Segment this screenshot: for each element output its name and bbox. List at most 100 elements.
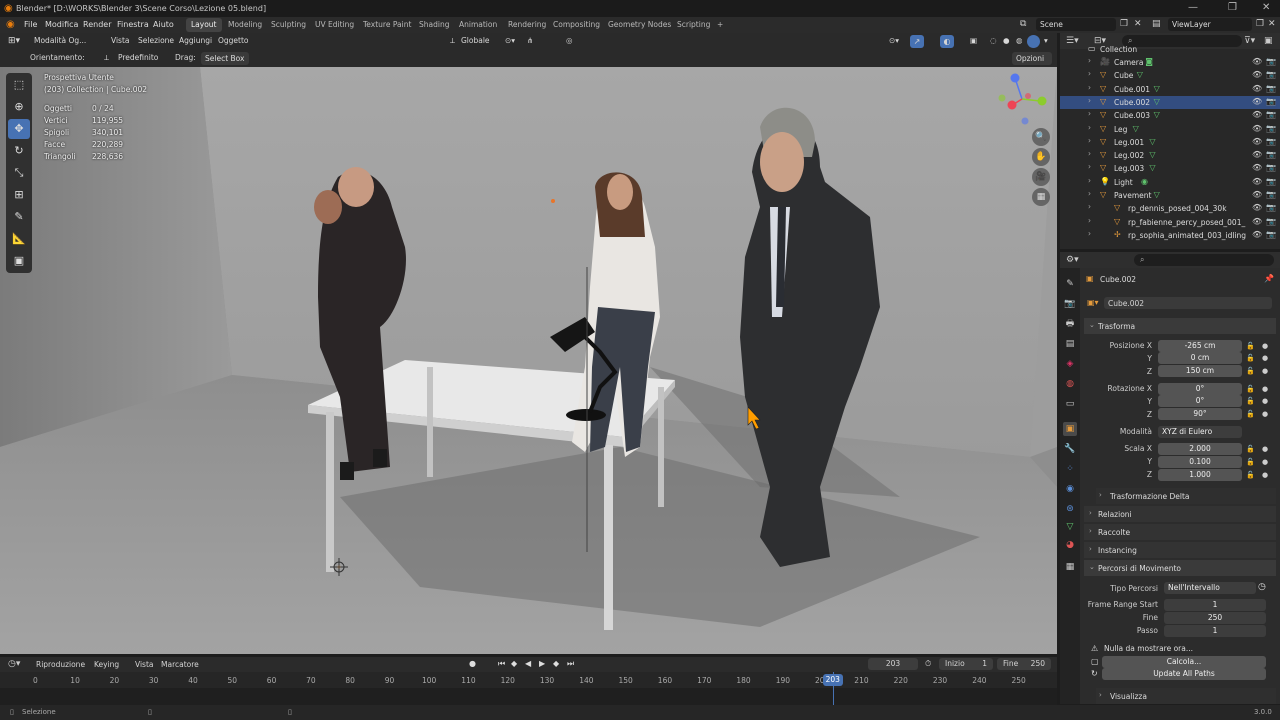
tab-uv-editing[interactable]: UV Editing	[310, 18, 359, 32]
keyframe-dot-icon[interactable]: ●	[1262, 354, 1268, 362]
tab-texture-paint[interactable]: Texture Paint	[358, 18, 416, 32]
rotation-mode-dropdown[interactable]: XYZ di Eulero	[1158, 426, 1242, 438]
constraints-tab-icon[interactable]: ⊛	[1063, 502, 1077, 516]
outliner-row[interactable]: › ▽ Cube ▽ 👁 📷	[1060, 69, 1280, 82]
clock-icon[interactable]: ◷	[1258, 582, 1266, 592]
visibility-eye-icon[interactable]: 👁	[1252, 70, 1262, 79]
keyframe-dot-icon[interactable]: ●	[1262, 397, 1268, 405]
rotation-y-field[interactable]: 0°	[1158, 395, 1242, 407]
keyframe-dot-icon[interactable]: ●	[1262, 385, 1268, 393]
frame-start-field[interactable]: Inizio 1	[939, 658, 993, 670]
playhead-marker[interactable]: 203	[822, 674, 843, 686]
menu-selezione[interactable]: Selezione	[138, 36, 174, 45]
calculate-button[interactable]: Calcola...	[1102, 656, 1266, 668]
move-tool-icon[interactable]: ✥	[8, 119, 30, 139]
lock-icon[interactable]: 🔓	[1246, 410, 1255, 418]
physics-tab-icon[interactable]: ◉	[1063, 482, 1077, 496]
visibility-eye-icon[interactable]: 👁	[1252, 203, 1262, 212]
location-x-field[interactable]: -265 cm	[1158, 340, 1242, 352]
expand-arrow-icon[interactable]: ›	[1088, 109, 1091, 118]
modifier-tab-icon[interactable]: 🔧	[1063, 442, 1077, 456]
menu-aiuto[interactable]: Aiuto	[153, 20, 174, 29]
particles-tab-icon[interactable]: ⁘	[1063, 462, 1077, 476]
render-camera-icon[interactable]: 📷	[1266, 230, 1276, 239]
next-keyframe-icon[interactable]: ◆	[553, 659, 559, 668]
object-tab-icon[interactable]: ▣	[1063, 422, 1077, 436]
frame-step-field[interactable]: 1	[1164, 625, 1266, 637]
frame-end-field[interactable]: 250	[1164, 612, 1266, 624]
outliner-row[interactable]: › ▽ Cube.002 ▽ 👁 📷	[1060, 95, 1280, 109]
render-camera-icon[interactable]: 📷	[1266, 57, 1276, 66]
render-camera-icon[interactable]: 📷	[1266, 137, 1276, 146]
prev-keyframe-icon[interactable]: ◆	[511, 659, 517, 668]
path-type-dropdown[interactable]: Nell'Intervallo	[1164, 582, 1256, 594]
visibility-eye-icon[interactable]: 👁	[1252, 137, 1262, 146]
expand-arrow-icon[interactable]: ›	[1088, 136, 1091, 145]
tab-compositing[interactable]: Compositing	[548, 18, 605, 32]
lock-icon[interactable]: 🔓	[1246, 342, 1255, 350]
outliner-row[interactable]: › ▽ rp_fabienne_percy_posed_001_ 👁 📷	[1060, 216, 1280, 229]
expand-arrow-icon[interactable]: ›	[1088, 162, 1091, 171]
expand-arrow-icon[interactable]: ›	[1088, 123, 1091, 132]
tab-animation[interactable]: Animation	[454, 18, 502, 32]
render-camera-icon[interactable]: 📷	[1266, 110, 1276, 119]
ortho-grid-icon[interactable]: ▦	[1032, 188, 1050, 206]
outliner-row-collection[interactable]: ▭ Collection	[1060, 43, 1280, 56]
panel-raccolte[interactable]: Raccolte	[1084, 524, 1276, 540]
lock-icon[interactable]: 🔓	[1246, 385, 1255, 393]
tab-scripting[interactable]: Scripting	[672, 18, 715, 32]
expand-arrow-icon[interactable]: ›	[1088, 96, 1091, 105]
timeline-editor-icon[interactable]: ◷▾	[8, 659, 20, 669]
overlay-toggle-icon[interactable]: ◐	[940, 35, 954, 48]
collection-tab-icon[interactable]: ▭	[1063, 397, 1077, 411]
tool-tab-icon[interactable]: ✎	[1063, 277, 1077, 291]
menu-finestra[interactable]: Finestra	[117, 20, 149, 29]
measure-tool-icon[interactable]: 📐	[8, 229, 30, 249]
blender-menu-icon[interactable]: ◉	[6, 19, 15, 30]
menu-file[interactable]: File	[24, 20, 37, 29]
rotation-z-field[interactable]: 90°	[1158, 408, 1242, 420]
outliner-row[interactable]: › ▽ Cube.003 ▽ 👁 📷	[1060, 109, 1280, 122]
rotate-tool-icon[interactable]: ↻	[8, 141, 30, 161]
expand-arrow-icon[interactable]: ›	[1088, 176, 1091, 185]
maximize-icon[interactable]: ❐	[1228, 2, 1237, 13]
panel-percorsi-movimento[interactable]: Percorsi di Movimento	[1084, 560, 1276, 576]
location-z-field[interactable]: 150 cm	[1158, 365, 1242, 377]
editor-type-icon[interactable]: ⊞▾	[8, 36, 20, 46]
visibility-eye-icon[interactable]: 👁	[1252, 110, 1262, 119]
rotation-x-field[interactable]: 0°	[1158, 383, 1242, 395]
new-view-layer-icon[interactable]: ❐	[1256, 19, 1264, 29]
play-reverse-icon[interactable]: ◀	[525, 659, 531, 668]
visibility-icon[interactable]: ⊙▾	[889, 36, 899, 45]
lock-icon[interactable]: 🔓	[1246, 354, 1255, 362]
outliner-row[interactable]: › ▽ Leg.001 ▽ 👁 📷	[1060, 136, 1280, 149]
menu-marcatore[interactable]: Marcatore	[161, 660, 199, 669]
render-camera-icon[interactable]: 📷	[1266, 97, 1276, 106]
jump-start-icon[interactable]: ⏮	[498, 659, 505, 669]
visibility-eye-icon[interactable]: 👁	[1252, 150, 1262, 159]
menu-keying[interactable]: Keying	[94, 660, 119, 669]
scale-tool-icon[interactable]: ⤡	[8, 163, 30, 183]
visibility-eye-icon[interactable]: 👁	[1252, 84, 1262, 93]
tab-modeling[interactable]: Modeling	[223, 18, 267, 32]
keyframe-dot-icon[interactable]: ●	[1262, 445, 1268, 453]
outliner-row[interactable]: › 💡 Light ◉ 👁 📷	[1060, 176, 1280, 189]
frame-end-field[interactable]: Fine 250	[997, 658, 1051, 670]
lock-icon[interactable]: 🔓	[1246, 458, 1255, 466]
keyframe-dot-icon[interactable]: ●	[1262, 367, 1268, 375]
menu-render[interactable]: Render	[83, 20, 111, 29]
panel-relazioni[interactable]: Relazioni	[1084, 506, 1276, 522]
new-scene-icon[interactable]: ❐	[1120, 19, 1128, 29]
orientation-icon[interactable]: ⟂	[450, 36, 455, 46]
expand-arrow-icon[interactable]: ›	[1088, 69, 1091, 78]
proportional-edit-icon[interactable]: ◎	[566, 36, 573, 45]
keyframe-dot-icon[interactable]: ●	[1262, 458, 1268, 466]
render-camera-icon[interactable]: 📷	[1266, 190, 1276, 199]
outliner-row[interactable]: › ▽ Leg.002 ▽ 👁 📷	[1060, 149, 1280, 162]
material-tab-icon[interactable]: ◕	[1063, 538, 1077, 552]
outliner-row[interactable]: › ✢ rp_sophia_animated_003_idling 👁 📷	[1060, 229, 1280, 242]
orient-dropdown[interactable]: Predefinito	[118, 53, 158, 62]
scene-tab-icon[interactable]: ◈	[1063, 357, 1077, 371]
visibility-eye-icon[interactable]: 👁	[1252, 163, 1262, 172]
expand-arrow-icon[interactable]: ›	[1088, 83, 1091, 92]
